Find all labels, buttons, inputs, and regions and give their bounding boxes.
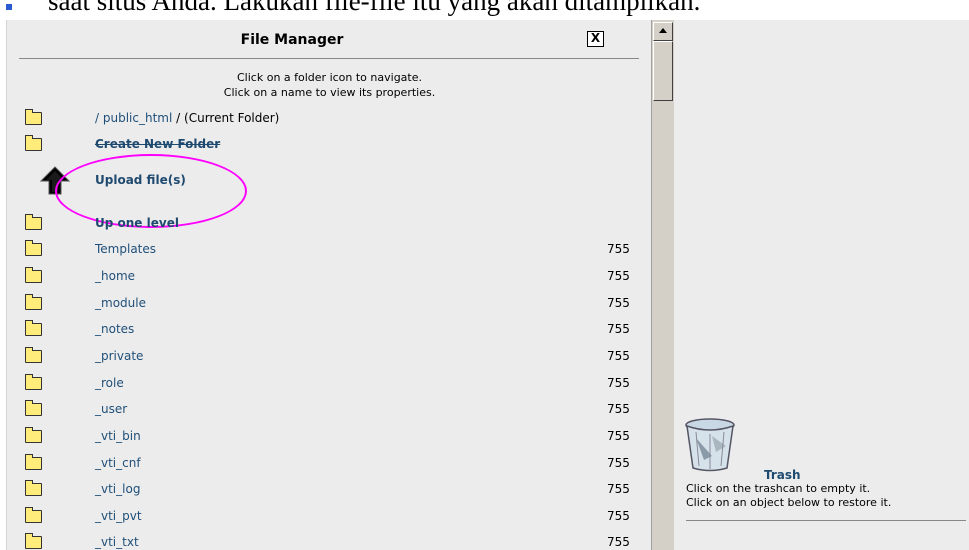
folder-name-link[interactable]: _user: [95, 402, 127, 416]
vertical-scrollbar[interactable]: [651, 20, 674, 550]
folder-icon[interactable]: [25, 454, 42, 470]
file-manager-title: File Manager: [240, 32, 344, 48]
folder-name-link[interactable]: _vti_pvt: [95, 509, 142, 523]
folder-row: _private 755: [7, 345, 652, 371]
folder-permission[interactable]: 755: [607, 269, 630, 283]
folder-permission[interactable]: 755: [607, 482, 630, 496]
current-folder-suffix: (Current Folder): [184, 111, 280, 125]
instruction-line-1: Click on a folder icon to navigate.: [237, 71, 422, 84]
folder-icon[interactable]: [25, 347, 42, 363]
document-caption: saat situs Anda. Lakukan file-file itu y…: [0, 0, 969, 16]
folder-permission[interactable]: 755: [607, 509, 630, 523]
folder-row: _vti_pvt 755: [7, 505, 652, 531]
folder-permission[interactable]: 755: [607, 349, 630, 363]
folder-name-link[interactable]: _private: [95, 349, 143, 363]
create-new-folder-link[interactable]: Create New Folder: [95, 137, 220, 151]
close-button[interactable]: X: [587, 31, 604, 47]
current-folder-row: / public_html / (Current Folder): [7, 107, 652, 133]
folder-row: _module 755: [7, 292, 652, 318]
folder-permission[interactable]: 755: [607, 429, 630, 443]
up-one-level-link[interactable]: Up one level: [95, 216, 179, 230]
folder-name-link[interactable]: _role: [95, 376, 124, 390]
folder-icon[interactable]: [25, 214, 42, 230]
folder-icon[interactable]: [25, 294, 42, 310]
folder-permission[interactable]: 755: [607, 402, 630, 416]
folder-permission[interactable]: 755: [607, 296, 630, 310]
folder-name-link[interactable]: _vti_cnf: [95, 456, 141, 470]
folder-icon[interactable]: [25, 109, 42, 125]
up-level-row: Up one level: [7, 212, 652, 238]
file-manager-pane: File Manager X Click on a folder icon to…: [6, 20, 652, 550]
folder-name-link[interactable]: _vti_txt: [95, 535, 139, 549]
folder-name-link[interactable]: _home: [95, 269, 135, 283]
folder-icon[interactable]: [25, 374, 42, 390]
trash-instructions: Click on the trashcan to empty it. Click…: [686, 482, 891, 510]
folder-icon[interactable]: [25, 533, 42, 549]
folder-icon[interactable]: [25, 267, 42, 283]
trash-pane: Trash Click on the trashcan to empty it.…: [674, 20, 969, 550]
folder-row: _vti_txt 755: [7, 531, 652, 550]
folder-row: Templates 755: [7, 238, 652, 264]
folder-icon[interactable]: [25, 135, 42, 151]
folder-row: _role 755: [7, 372, 652, 398]
folder-row: _home 755: [7, 265, 652, 291]
folder-name-link[interactable]: Templates: [95, 242, 156, 256]
folder-icon[interactable]: [25, 240, 42, 256]
folder-row: _notes 755: [7, 318, 652, 344]
folder-permission[interactable]: 755: [607, 242, 630, 256]
create-folder-row: Create New Folder: [7, 133, 652, 159]
folder-permission[interactable]: 755: [607, 376, 630, 390]
instructions: Click on a folder icon to navigate. Clic…: [7, 70, 652, 100]
trash-label[interactable]: Trash: [764, 468, 801, 482]
folder-name-link[interactable]: _notes: [95, 322, 134, 336]
folder-name-link[interactable]: _vti_log: [95, 482, 140, 496]
folder-icon[interactable]: [25, 320, 42, 336]
document-bullet-icon: [6, 4, 12, 10]
folder-row: _user 755: [7, 398, 652, 424]
folder-icon[interactable]: [25, 480, 42, 496]
title-divider: [19, 58, 639, 59]
path-separator: /: [95, 111, 100, 125]
instruction-line-2: Click on a name to view its properties.: [223, 86, 436, 99]
folder-permission[interactable]: 755: [607, 535, 630, 549]
folder-name-link[interactable]: _module: [95, 296, 146, 310]
folder-row: _vti_bin 755: [7, 425, 652, 451]
folder-row: _vti_log 755: [7, 478, 652, 504]
trash-instruction-line-1: Click on the trashcan to empty it.: [686, 482, 871, 495]
document-caption-text: saat situs Anda. Lakukan file-file itu y…: [48, 0, 701, 16]
trash-instruction-line-2: Click on an object below to restore it.: [686, 496, 892, 509]
scroll-thumb[interactable]: [653, 41, 673, 101]
path-separator: /: [176, 111, 181, 125]
folder-permission[interactable]: 755: [607, 322, 630, 336]
folder-name-link[interactable]: _vti_bin: [95, 429, 141, 443]
current-folder-link[interactable]: public_html: [103, 111, 172, 125]
current-folder-path: / public_html / (Current Folder): [95, 111, 279, 125]
folder-permission[interactable]: 755: [607, 456, 630, 470]
trashcan-icon[interactable]: [682, 416, 738, 472]
folder-icon[interactable]: [25, 400, 42, 416]
folder-icon[interactable]: [25, 427, 42, 443]
trash-divider: [686, 520, 966, 521]
folder-row: _vti_cnf 755: [7, 452, 652, 478]
scroll-up-arrow-icon[interactable]: [653, 22, 673, 41]
folder-icon[interactable]: [25, 507, 42, 523]
